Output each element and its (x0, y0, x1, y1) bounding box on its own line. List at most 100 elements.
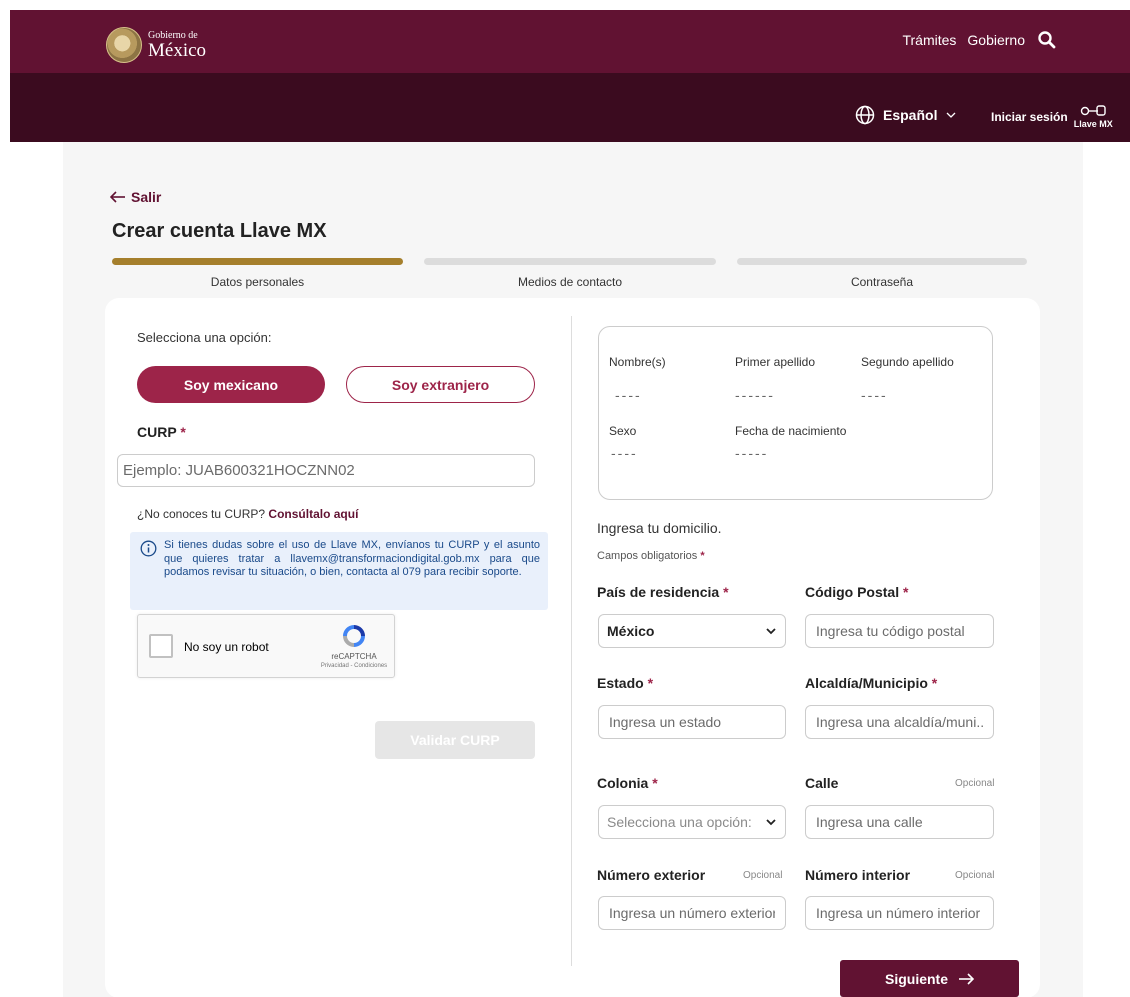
llave-mx-logo: Llave MX (1074, 104, 1113, 129)
numero-exterior-optional-tag: Opcional (743, 870, 783, 881)
numero-interior-optional-tag: Opcional (955, 870, 995, 881)
sexo-value: ---- (611, 445, 638, 461)
nav-link-tramites[interactable]: Trámites (902, 32, 956, 48)
back-label: Salir (131, 189, 162, 205)
alcaldia-label: Alcaldía/Municipio * (805, 675, 937, 691)
page-content: Salir Crear cuenta Llave MX Datos person… (63, 142, 1083, 997)
nombre-label: Nombre(s) (609, 355, 666, 369)
top-header-bar: Gobierno de México Trámites Gobierno (10, 10, 1130, 73)
estado-input[interactable] (598, 705, 786, 739)
required-note-text: Campos obligatorios (597, 550, 698, 562)
login-label: Iniciar sesión (991, 109, 1068, 124)
info-icon (140, 540, 157, 557)
curp-label-text: CURP (137, 424, 177, 440)
globe-icon (855, 105, 875, 125)
required-mark: * (180, 424, 186, 440)
step-bar-2 (424, 258, 716, 265)
numero-exterior-input[interactable] (598, 896, 786, 930)
arrow-left-icon (110, 191, 125, 203)
step-bar-1 (112, 258, 403, 265)
recaptcha-label: No soy un robot (184, 640, 269, 654)
colonia-select[interactable]: Selecciona una opción: (598, 805, 786, 839)
info-text: Si tienes dudas sobre el uso de Llave MX… (164, 539, 540, 578)
logo-text-small: Gobierno de (148, 29, 198, 41)
arrow-right-icon (959, 972, 974, 985)
numero-interior-input[interactable] (805, 896, 994, 930)
required-mark: * (931, 675, 938, 691)
calle-input[interactable] (805, 805, 994, 839)
numero-interior-label: Número interior (805, 867, 911, 883)
required-mark: * (647, 675, 654, 691)
login-link[interactable]: Iniciar sesión Llave MX (991, 104, 1113, 129)
language-selector[interactable]: Español (855, 105, 957, 125)
estado-label-text: Estado (597, 675, 644, 691)
nav-link-gobierno[interactable]: Gobierno (967, 32, 1025, 48)
sexo-label: Sexo (609, 424, 637, 438)
colonia-label: Colonia * (597, 775, 658, 791)
chevron-down-icon (947, 112, 956, 118)
curp-input[interactable] (117, 454, 535, 487)
back-link[interactable]: Salir (110, 189, 161, 205)
logo-text: Gobierno de México (148, 29, 207, 61)
soy-mexicano-button[interactable]: Soy mexicano (137, 366, 325, 403)
curp-help: ¿No conoces tu CURP? Consúltalo aquí (137, 507, 358, 521)
gobierno-logo[interactable]: Gobierno de México (106, 27, 206, 63)
calle-label: Calle (805, 775, 839, 791)
chevron-down-icon (766, 819, 776, 826)
required-mark: * (700, 550, 705, 562)
alcaldia-input[interactable] (805, 705, 994, 739)
recaptcha-logo: reCAPTCHA Privacidad - Condiciones (318, 622, 390, 669)
llave-logo-text: Llave MX (1073, 119, 1113, 129)
select-option-label: Selecciona una opción: (137, 330, 272, 345)
column-divider (571, 316, 572, 966)
fecha-nacimiento-label: Fecha de nacimiento (735, 424, 847, 438)
codigo-postal-label-text: Código Postal (805, 584, 900, 600)
calle-optional-tag: Opcional (955, 778, 995, 789)
chevron-down-icon (766, 628, 776, 635)
secondary-header-bar: Español Iniciar sesión Llave MX (10, 73, 1130, 142)
step-label-2: Medios de contacto (517, 275, 623, 289)
segundo-apellido-label: Segundo apellido (861, 355, 954, 369)
nombre-value: ---- (615, 387, 642, 403)
recaptcha-brand: reCAPTCHA (331, 652, 377, 661)
required-mark: * (723, 584, 729, 600)
recaptcha-icon (343, 625, 365, 647)
pais-selected-value: México (607, 623, 655, 639)
recaptcha-links[interactable]: Privacidad - Condiciones (318, 663, 390, 669)
curp-label: CURP * (137, 424, 186, 440)
step-bar-3 (737, 258, 1027, 265)
estado-label: Estado * (597, 675, 653, 691)
personal-data-summary: Nombre(s) ---- Primer apellido ------ Se… (598, 326, 993, 500)
form-card: Selecciona una opción: Soy mexicano Soy … (105, 298, 1040, 997)
language-label: Español (883, 107, 938, 123)
address-heading: Ingresa tu domicilio. (597, 520, 722, 536)
top-nav: Trámites Gobierno (902, 29, 1058, 51)
codigo-postal-label: Código Postal * (805, 584, 908, 600)
fecha-nacimiento-value: ----- (735, 445, 769, 461)
pais-select[interactable]: México (598, 614, 786, 648)
required-mark: * (652, 775, 658, 791)
colonia-label-text: Colonia (597, 775, 649, 791)
next-button[interactable]: Siguiente (840, 960, 1019, 997)
recaptcha-checkbox[interactable] (149, 634, 173, 658)
page-title: Crear cuenta Llave MX (112, 220, 327, 242)
validate-curp-button[interactable]: Validar CURP (375, 721, 535, 759)
recaptcha-widget: No soy un robot reCAPTCHA Privacidad - C… (137, 614, 395, 678)
primer-apellido-label: Primer apellido (735, 355, 816, 369)
step-label-3: Contraseña (850, 275, 914, 289)
required-note: Campos obligatorios * (597, 550, 705, 562)
soy-extranjero-button[interactable]: Soy extranjero (346, 366, 535, 403)
next-button-label: Siguiente (884, 970, 948, 987)
national-seal-icon (106, 27, 142, 63)
step-label-1: Datos personales (210, 275, 305, 289)
segundo-apellido-value: ---- (861, 387, 888, 403)
info-box: Si tienes dudas sobre el uso de Llave MX… (130, 532, 548, 610)
pais-label: País de residencia * (597, 584, 729, 600)
required-mark: * (903, 584, 909, 600)
logo-text-big: México (148, 39, 207, 61)
colonia-placeholder: Selecciona una opción: (607, 814, 752, 830)
alcaldia-label-text: Alcaldía/Municipio (805, 675, 928, 691)
search-icon[interactable] (1036, 29, 1058, 51)
consult-curp-link[interactable]: Consúltalo aquí (268, 507, 358, 521)
codigo-postal-input[interactable] (805, 614, 994, 648)
